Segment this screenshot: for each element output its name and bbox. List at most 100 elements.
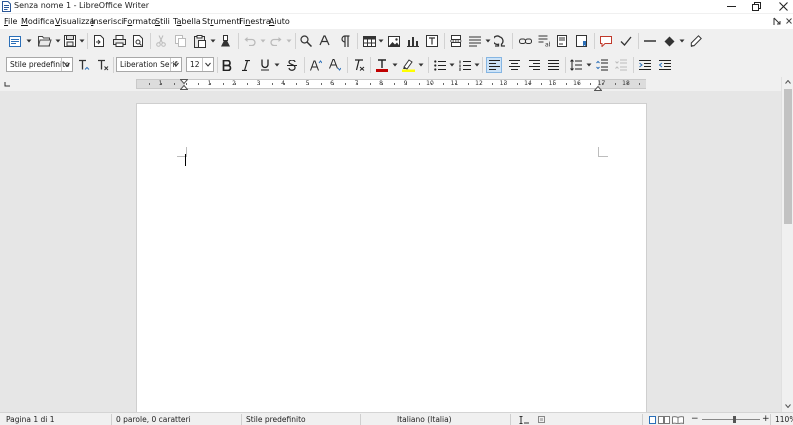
export-pdf-button[interactable] — [91, 33, 107, 49]
close-document-icon[interactable] — [786, 18, 792, 24]
insert-endnote-button[interactable] — [555, 33, 571, 49]
unordered-list-button[interactable] — [432, 57, 448, 73]
chevron-down-icon[interactable] — [202, 58, 213, 71]
italic-button[interactable] — [238, 57, 254, 73]
undo-button[interactable] — [242, 33, 258, 49]
zoom-slider-thumb[interactable] — [732, 416, 736, 423]
font-color-button[interactable] — [374, 57, 390, 73]
menu-strumenti[interactable]: Strumenti — [202, 17, 242, 26]
chevron-down-icon[interactable] — [679, 38, 685, 44]
horizontal-ruler[interactable]: 1123456789101112131415161718 — [136, 79, 646, 91]
chevron-down-icon[interactable] — [55, 38, 61, 44]
insert-page-break-button[interactable] — [448, 33, 464, 49]
clear-formatting-button[interactable] — [351, 57, 367, 73]
insert-field-button[interactable] — [467, 33, 483, 49]
chevron-down-icon[interactable] — [785, 404, 791, 408]
menu-file[interactable]: File — [4, 17, 17, 26]
save-button[interactable] — [62, 33, 78, 49]
find-replace-button[interactable] — [298, 33, 314, 49]
scrollbar-thumb[interactable] — [784, 89, 792, 224]
zoom-out-button[interactable]: − — [691, 414, 699, 424]
insert-hyperlink-button[interactable] — [517, 33, 533, 49]
open-button[interactable] — [37, 33, 53, 49]
superscript-button[interactable] — [308, 57, 324, 73]
vertical-scrollbar[interactable] — [781, 77, 793, 412]
sidebar-toggle-icon[interactable] — [773, 17, 782, 26]
insert-comment-button[interactable] — [598, 33, 614, 49]
align-right-button[interactable] — [526, 57, 542, 73]
page-count[interactable]: Pagina 1 di 1 — [6, 415, 55, 424]
document-page[interactable] — [136, 103, 647, 423]
cut-button[interactable] — [153, 33, 169, 49]
chevron-down-icon[interactable] — [26, 38, 32, 44]
new-document-button[interactable] — [8, 33, 24, 49]
basic-shapes-button[interactable] — [661, 33, 677, 49]
copy-button[interactable] — [172, 33, 188, 49]
minimize-button[interactable] — [717, 0, 745, 13]
align-left-button[interactable] — [486, 57, 502, 73]
chevron-down-icon[interactable] — [170, 58, 181, 71]
chevron-down-icon[interactable] — [586, 62, 592, 68]
multi-page-view-icon[interactable] — [658, 416, 670, 424]
chevron-down-icon[interactable] — [61, 58, 72, 71]
decrease-indent-button[interactable] — [657, 57, 673, 73]
chevron-down-icon[interactable] — [79, 38, 85, 44]
selection-mode-icon[interactable] — [538, 416, 545, 423]
zoom-slider-track[interactable] — [702, 419, 760, 420]
chevron-down-icon[interactable] — [210, 38, 216, 44]
text-language[interactable]: Italiano (Italia) — [397, 415, 452, 424]
underline-button[interactable] — [257, 57, 273, 73]
print-button[interactable] — [111, 33, 127, 49]
align-center-button[interactable] — [506, 57, 522, 73]
chevron-down-icon[interactable] — [378, 38, 384, 44]
book-view-icon[interactable] — [672, 416, 684, 424]
ordered-list-button[interactable] — [457, 57, 473, 73]
menu-modifica[interactable]: Modifica — [21, 17, 54, 26]
track-changes-button[interactable] — [618, 33, 634, 49]
insert-footnote-button[interactable]: ab — [536, 33, 552, 49]
update-style-button[interactable] — [76, 57, 92, 73]
print-preview-button[interactable] — [130, 33, 146, 49]
chevron-down-icon[interactable] — [260, 38, 266, 44]
paste-button[interactable] — [192, 33, 208, 49]
insert-mode-icon[interactable] — [519, 416, 529, 424]
formatting-marks-button[interactable] — [337, 33, 353, 49]
subscript-button[interactable] — [327, 57, 343, 73]
new-style-button[interactable] — [95, 57, 111, 73]
chevron-down-icon[interactable] — [286, 38, 292, 44]
menu-inserisci[interactable]: Inserisci — [91, 17, 124, 26]
chevron-down-icon[interactable] — [392, 62, 398, 68]
menu-aiuto[interactable]: Aiuto — [269, 17, 290, 26]
chevron-down-icon[interactable] — [474, 62, 480, 68]
line-spacing-button[interactable] — [568, 57, 584, 73]
tab-stop-type-icon[interactable] — [4, 82, 10, 87]
draw-functions-button[interactable] — [688, 33, 704, 49]
menu-stili[interactable]: Stili — [155, 17, 170, 26]
insert-special-character-button[interactable] — [492, 33, 508, 49]
strikethrough-button[interactable] — [284, 57, 300, 73]
menu-tabella[interactable]: Tabella — [173, 17, 201, 26]
insert-textbox-button[interactable] — [424, 33, 440, 49]
left-indent-icon[interactable] — [180, 79, 188, 90]
chevron-down-icon[interactable] — [418, 62, 424, 68]
word-count[interactable]: 0 parole, 0 caratteri — [116, 415, 191, 424]
single-page-view-icon[interactable] — [649, 416, 656, 424]
zoom-level[interactable]: 110% — [775, 415, 793, 424]
increase-paragraph-spacing-button[interactable] — [594, 57, 610, 73]
justify-button[interactable] — [545, 57, 561, 73]
menu-visualizza[interactable]: Visualizza — [55, 17, 94, 26]
insert-chart-button[interactable] — [405, 33, 421, 49]
page-style[interactable]: Stile predefinito — [246, 415, 306, 424]
chevron-down-icon[interactable] — [485, 38, 491, 44]
font-size-combo[interactable]: 12 — [186, 57, 214, 72]
increase-indent-button[interactable] — [637, 57, 653, 73]
zoom-in-button[interactable]: + — [762, 414, 770, 424]
insert-line-button[interactable] — [642, 33, 658, 49]
redo-button[interactable] — [268, 33, 284, 49]
decrease-paragraph-spacing-button[interactable] — [613, 57, 629, 73]
chevron-up-icon[interactable] — [785, 80, 791, 84]
close-button[interactable] — [769, 0, 793, 13]
highlight-color-button[interactable] — [400, 57, 416, 73]
clone-formatting-button[interactable] — [217, 33, 233, 49]
chevron-down-icon[interactable] — [449, 62, 455, 68]
